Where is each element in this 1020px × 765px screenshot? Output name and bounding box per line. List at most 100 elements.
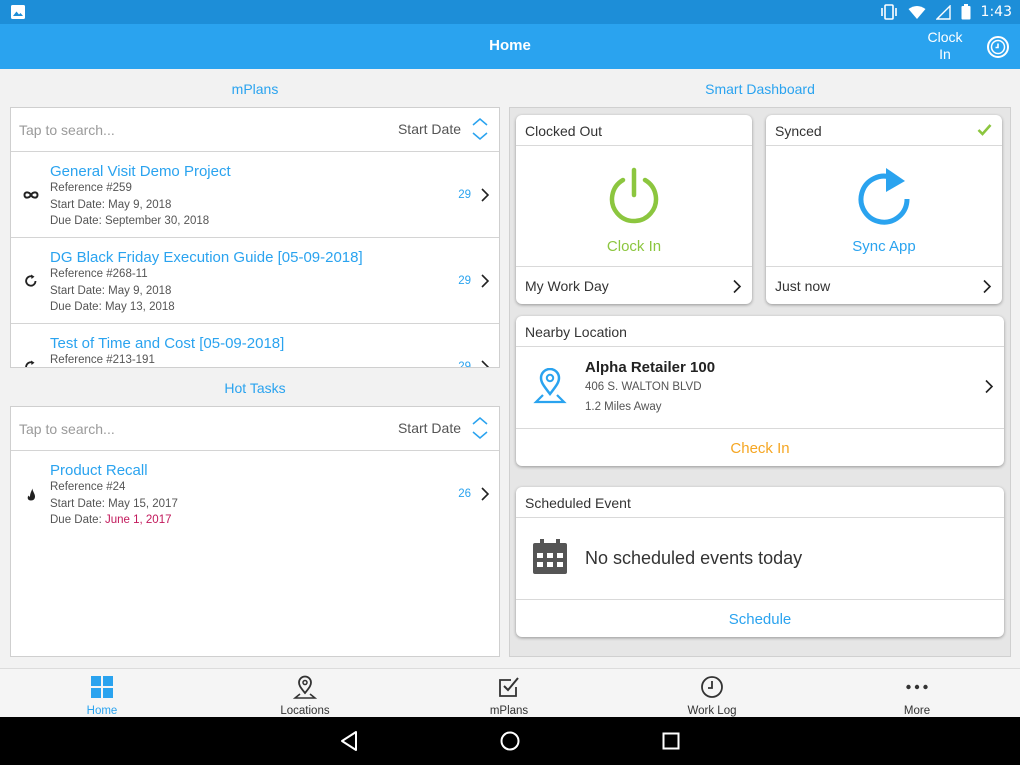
nearby-location-card: Nearby Location Alpha Retailer 100 406 S…	[516, 316, 1004, 466]
mplan-reference: Reference #213-191	[50, 354, 155, 366]
clock-card: Clocked Out Clock In My Work Day	[516, 115, 752, 304]
hot-tasks-panel: Start Date Product Recall Reference #24 …	[10, 406, 500, 657]
nav-locations[interactable]: Locations	[245, 669, 365, 718]
mplans-panel: Start Date General Visit Demo Project Re…	[10, 107, 500, 368]
status-bar: 1:43	[0, 0, 1020, 24]
power-icon	[609, 167, 659, 224]
clock-in-button[interactable]: Clock In	[920, 29, 970, 63]
location-name: Alpha Retailer 100	[585, 359, 716, 376]
mplans-sort-label[interactable]: Start Date	[398, 121, 461, 137]
chevron-right-icon	[985, 379, 994, 394]
hot-task-title: Product Recall	[50, 462, 148, 479]
hot-task-reference: Reference #24	[50, 481, 126, 493]
hot-task-due-date: Due Date: June 1, 2017	[50, 514, 172, 526]
calendar-icon	[533, 539, 567, 574]
my-work-day-row[interactable]: My Work Day	[516, 266, 752, 304]
location-address: 406 S. WALTON BLVD	[585, 381, 702, 393]
recents-icon[interactable]	[659, 729, 683, 753]
page-title: Home	[489, 37, 531, 54]
chevron-right-icon	[983, 279, 992, 294]
chevron-right-icon	[481, 274, 490, 288]
nav-home-label: Home	[86, 705, 118, 717]
clock-icon[interactable]	[986, 35, 1010, 59]
due-date-value: June 1, 2017	[104, 514, 172, 526]
mplan-list-item[interactable]: Test of Time and Cost [05-09-2018] Refer…	[11, 324, 499, 368]
flame-icon	[27, 488, 35, 501]
sort-toggle-icon[interactable]	[471, 415, 489, 441]
mplan-reference: Reference #268-11	[50, 268, 148, 280]
nav-work-log-label: Work Log	[687, 705, 737, 717]
nav-more[interactable]: More	[857, 669, 977, 718]
hot-tasks-sort-label[interactable]: Start Date	[398, 420, 461, 436]
hot-task-list-item[interactable]: Product Recall Reference #24 Start Date:…	[11, 451, 499, 537]
nearby-location-header: Nearby Location	[516, 316, 1004, 347]
nav-mplans[interactable]: mPlans	[449, 669, 569, 718]
bottom-navigation: Home Locations mPlans Work Log More	[0, 668, 1020, 717]
nav-more-label: More	[903, 705, 931, 717]
home-circle-icon[interactable]	[498, 729, 522, 753]
last-synced-label: Just now	[775, 278, 831, 294]
hot-task-start-date: Start Date: May 15, 2017	[50, 498, 178, 510]
nav-mplans-label: mPlans	[489, 705, 529, 717]
my-work-day-label: My Work Day	[525, 278, 609, 294]
mplan-due-date: Due Date: September 30, 2018	[50, 215, 210, 227]
mplan-start-date: Start Date: May 9, 2018	[50, 285, 172, 297]
sync-status-label: Synced	[766, 115, 1002, 146]
mplan-due-date: Due Date: May 13, 2018	[50, 301, 175, 313]
chevron-right-icon	[481, 188, 490, 202]
mplan-title: General Visit Demo Project	[50, 163, 231, 180]
nearby-location-row[interactable]: Alpha Retailer 100 406 S. WALTON BLVD 1.…	[516, 347, 1004, 427]
mplan-list-item[interactable]: General Visit Demo Project Reference #25…	[11, 152, 499, 238]
mplan-title: Test of Time and Cost [05-09-2018]	[50, 335, 285, 352]
checkbox-icon	[499, 677, 519, 697]
hot-tasks-section-label: Hot Tasks	[224, 380, 286, 396]
clock-status-label: Clocked Out	[516, 115, 752, 146]
battery-icon	[961, 4, 971, 20]
hot-tasks-search-input[interactable]	[19, 417, 279, 441]
sync-app-action[interactable]: Sync App	[766, 146, 1002, 266]
hot-task-count: 26	[458, 488, 471, 500]
mplan-list-item[interactable]: DG Black Friday Execution Guide [05-09-2…	[11, 238, 499, 324]
wifi-icon	[908, 5, 926, 19]
refresh-icon	[25, 274, 37, 287]
mplan-start-date: Start Date: May 9, 2018	[50, 199, 172, 211]
smart-dashboard-label: Smart Dashboard	[705, 81, 815, 97]
system-navigation-bar	[0, 717, 1020, 765]
sync-card: Synced Sync App Just now	[766, 115, 1002, 304]
sort-toggle-icon[interactable]	[471, 116, 489, 142]
refresh-icon	[25, 360, 36, 367]
smart-dashboard: Clocked Out Clock In My Work Day Synced …	[509, 107, 1011, 657]
nav-home[interactable]: Home	[42, 669, 162, 718]
chevron-right-icon	[733, 279, 742, 294]
scheduled-event-card: Scheduled Event No scheduled events toda…	[516, 487, 1004, 637]
mplans-section-label: mPlans	[231, 81, 279, 97]
checkmark-icon	[977, 124, 992, 136]
last-synced-row[interactable]: Just now	[766, 266, 1002, 304]
image-notification-icon	[11, 5, 25, 19]
mplans-search-input[interactable]	[19, 118, 279, 142]
hot-tasks-search-row: Start Date	[11, 407, 499, 451]
status-time: 1:43	[980, 4, 1012, 20]
grid-icon	[91, 676, 113, 698]
nav-work-log[interactable]: Work Log	[652, 669, 772, 718]
schedule-button[interactable]: Schedule	[516, 599, 1004, 637]
location-distance: 1.2 Miles Away	[585, 401, 662, 413]
location-pin-icon	[293, 675, 317, 699]
mplans-search-row: Start Date	[11, 108, 499, 152]
clock-in-label: Clock In	[606, 238, 662, 255]
mplan-count: 29	[458, 361, 471, 368]
due-date-label: Due Date:	[50, 514, 105, 526]
mplan-count: 29	[458, 189, 471, 201]
mplan-count: 29	[458, 275, 471, 287]
location-pin-icon	[533, 368, 567, 404]
scheduled-event-body: No scheduled events today	[516, 518, 1004, 598]
sync-app-label: Sync App	[852, 238, 916, 255]
check-in-button[interactable]: Check In	[516, 428, 1004, 466]
back-icon[interactable]	[337, 729, 361, 753]
mplan-reference: Reference #259	[50, 182, 132, 194]
scheduled-event-header: Scheduled Event	[516, 487, 1004, 518]
clock-in-action[interactable]: Clock In	[516, 146, 752, 266]
sync-icon	[858, 168, 910, 225]
no-events-message: No scheduled events today	[585, 548, 803, 568]
more-dots-icon	[906, 684, 928, 690]
